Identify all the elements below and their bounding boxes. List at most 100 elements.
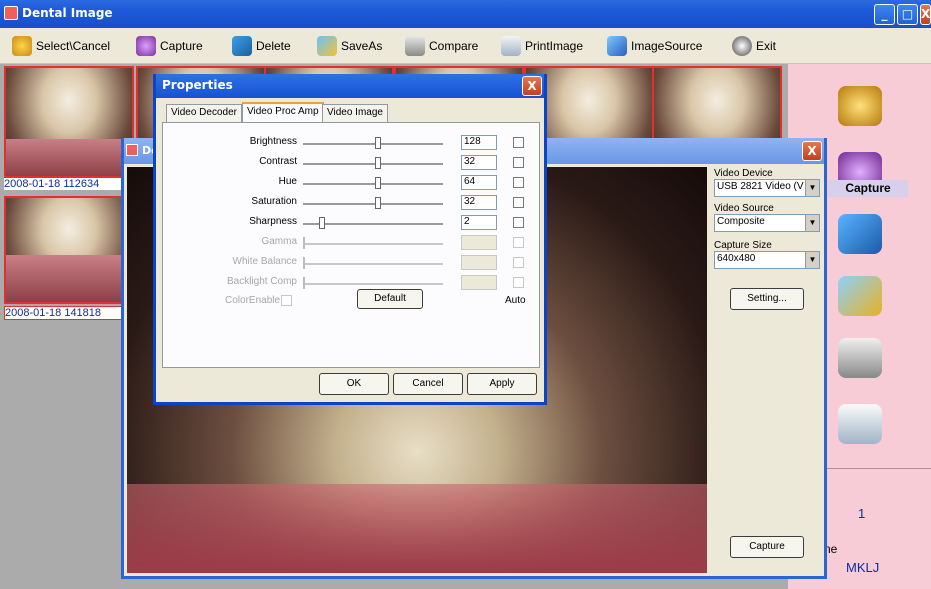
video-source-select[interactable]: Composite ▼: [714, 214, 820, 232]
video-source-value: Composite: [717, 216, 765, 227]
select-cancel-label: Select\Cancel: [36, 39, 111, 53]
tab-video-proc-amp[interactable]: Video Proc Amp: [242, 102, 324, 122]
contrast-slider-track[interactable]: [303, 163, 443, 165]
contrast-label: Contrast: [259, 156, 297, 167]
compare-icon: [405, 36, 425, 56]
capture-label: Capture: [160, 39, 203, 53]
gamma-row: Gamma: [163, 235, 541, 251]
properties-title-bar: Properties X: [156, 74, 544, 98]
brightness-auto-checkbox[interactable]: [513, 137, 524, 148]
sharpness-label: Sharpness: [249, 216, 297, 227]
printimage-button[interactable]: PrintImage: [497, 34, 587, 58]
properties-title: Properties: [162, 78, 233, 92]
backlight-comp-value: [461, 275, 497, 290]
close-button[interactable]: X: [920, 4, 931, 25]
sharpness-row: Sharpness 2: [163, 215, 541, 231]
right-capture-label: Capture: [828, 180, 908, 197]
capture-size-select[interactable]: 640x480 ▼: [714, 251, 820, 269]
video-source-label: Video Source: [714, 203, 774, 214]
compare-button[interactable]: Compare: [401, 34, 482, 58]
minimize-button[interactable]: _: [874, 4, 895, 25]
capture-button[interactable]: Capture: [132, 34, 207, 58]
select-cancel-button[interactable]: Select\Cancel: [8, 34, 114, 58]
saturation-slider-track[interactable]: [303, 203, 443, 205]
gamma-label: Gamma: [261, 236, 297, 247]
printer-icon: [501, 36, 521, 56]
cancel-button[interactable]: Cancel: [393, 373, 463, 395]
video-device-value: USB 2821 Video (V: [717, 181, 804, 192]
default-button[interactable]: Default: [357, 289, 423, 309]
exit-button[interactable]: Exit: [728, 34, 780, 58]
thumbnail-image[interactable]: [4, 66, 134, 178]
contrast-auto-checkbox[interactable]: [513, 157, 524, 168]
saturation-auto-checkbox[interactable]: [513, 197, 524, 208]
saveas-button[interactable]: SaveAs: [313, 34, 386, 58]
capture-size-label: Capture Size: [714, 240, 772, 251]
hue-auto-checkbox[interactable]: [513, 177, 524, 188]
name-value: MKLJ: [846, 560, 880, 575]
exit-label: Exit: [756, 39, 777, 53]
hue-value[interactable]: 64: [461, 175, 497, 190]
tab-video-image[interactable]: Video Image: [322, 104, 388, 122]
backlight-comp-slider-thumb: [303, 277, 305, 289]
imagesource-button[interactable]: ImageSource: [603, 34, 706, 58]
contrast-slider-thumb[interactable]: [375, 157, 381, 169]
ok-button[interactable]: OK: [319, 373, 389, 395]
sharpness-slider-thumb[interactable]: [319, 217, 325, 229]
video-device-select[interactable]: USB 2821 Video (V ▼: [714, 179, 820, 197]
film-reel-icon[interactable]: [838, 86, 882, 126]
saturation-label: Saturation: [251, 196, 297, 207]
setting-button[interactable]: Setting...: [730, 288, 804, 310]
chevron-down-icon: ▼: [805, 215, 819, 231]
video-capture-button[interactable]: Capture: [730, 536, 804, 558]
brightness-value[interactable]: 128: [461, 135, 497, 150]
delete-label: Delete: [256, 39, 291, 53]
film-reel-icon: [12, 36, 32, 56]
compare-icon[interactable]: [838, 338, 882, 378]
tab-page: Brightness 128 Contrast 32 Hue 64 Satura…: [162, 122, 540, 368]
saturation-row: Saturation 32: [163, 195, 541, 211]
white-balance-label: White Balance: [232, 256, 297, 267]
printer-icon[interactable]: [838, 404, 882, 444]
hue-slider-track[interactable]: [303, 183, 443, 185]
chevron-down-icon: ▼: [805, 252, 819, 268]
white-balance-value: [461, 255, 497, 270]
gamma-value: [461, 235, 497, 250]
tab-video-decoder[interactable]: Video Decoder: [166, 104, 242, 122]
clapper-icon: [232, 36, 252, 56]
sharpness-auto-checkbox[interactable]: [513, 217, 524, 228]
brightness-row: Brightness 128: [163, 135, 541, 151]
contrast-value[interactable]: 32: [461, 155, 497, 170]
floppy-icon[interactable]: [838, 276, 882, 316]
white-balance-row: White Balance: [163, 255, 541, 271]
gamma-slider-track: [303, 243, 443, 245]
video-window-close-button[interactable]: X: [802, 141, 822, 161]
brightness-slider-track[interactable]: [303, 143, 443, 145]
video-device-label: Video Device: [714, 168, 773, 179]
thumbnail-image[interactable]: [4, 196, 134, 304]
backlight-comp-row: Backlight Comp: [163, 275, 541, 291]
color-enable-checkbox: [281, 295, 292, 306]
source-icon: [607, 36, 627, 56]
delete-button[interactable]: Delete: [228, 34, 295, 58]
saturation-value[interactable]: 32: [461, 195, 497, 210]
properties-dialog: Properties X Video Decoder Video Proc Am…: [153, 74, 547, 405]
clapper-icon[interactable]: [838, 214, 882, 254]
compare-label: Compare: [429, 39, 479, 53]
color-enable-label: ColorEnable: [225, 295, 281, 306]
saveas-label: SaveAs: [341, 39, 383, 53]
properties-close-button[interactable]: X: [522, 76, 542, 96]
backlight-comp-auto-checkbox: [513, 277, 524, 288]
maximize-button[interactable]: □: [897, 4, 918, 25]
app-icon: [126, 144, 138, 156]
count-value: 1: [858, 506, 866, 521]
app-icon: [4, 6, 18, 20]
hue-slider-thumb[interactable]: [375, 177, 381, 189]
saturation-slider-thumb[interactable]: [375, 197, 381, 209]
backlight-comp-slider-track: [303, 283, 443, 285]
brightness-slider-thumb[interactable]: [375, 137, 381, 149]
apply-button[interactable]: Apply: [467, 373, 537, 395]
thumbnail-label: 2008-01-18 112634: [4, 178, 134, 190]
floppy-icon: [317, 36, 337, 56]
sharpness-value[interactable]: 2: [461, 215, 497, 230]
